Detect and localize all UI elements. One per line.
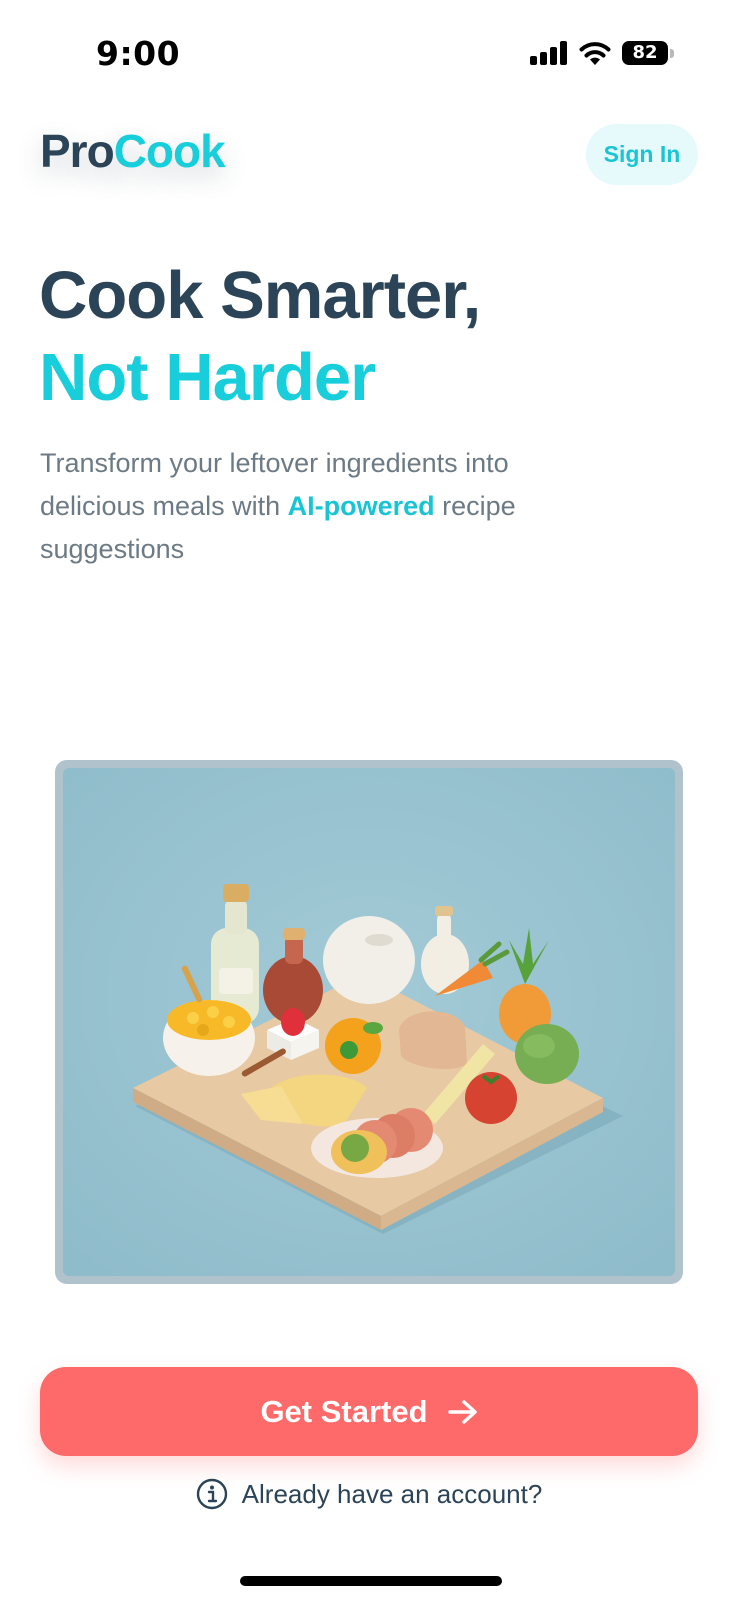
hero-image-frame [55, 760, 683, 1284]
status-time: 9:00 [96, 34, 181, 73]
hero-image [63, 768, 675, 1276]
get-started-button[interactable]: Get Started [40, 1367, 698, 1456]
signal-icon [530, 40, 567, 65]
existing-account-link[interactable]: Already have an account? [0, 1478, 738, 1510]
home-indicator[interactable] [240, 1576, 502, 1586]
app-logo: ProCook [40, 124, 226, 178]
battery-icon: 82 [622, 40, 674, 65]
logo-text-cook: Cook [113, 125, 226, 177]
hero-subtitle: Transform your leftover ingredients into… [40, 442, 620, 571]
battery-tip [670, 48, 674, 58]
account-prompt-text: Already have an account? [241, 1478, 543, 1509]
headline-line-2: Not Harder [39, 340, 376, 415]
sign-in-button[interactable]: Sign In [586, 124, 698, 185]
status-icons: 82 [530, 40, 674, 65]
page-title: Cook Smarter, Not Harder [39, 255, 481, 419]
ingredients-illustration [63, 768, 675, 1276]
logo-text-pro: Pro [40, 125, 115, 177]
subtitle-highlight: AI-powered [287, 491, 435, 521]
info-icon [196, 1478, 227, 1510]
status-bar: 9:00 82 [0, 0, 738, 110]
battery-level: 82 [632, 42, 658, 63]
wifi-icon [579, 42, 611, 65]
get-started-label: Get Started [260, 1393, 428, 1429]
headline-line-1: Cook Smarter, [39, 258, 481, 333]
arrow-right-icon [447, 1399, 477, 1424]
